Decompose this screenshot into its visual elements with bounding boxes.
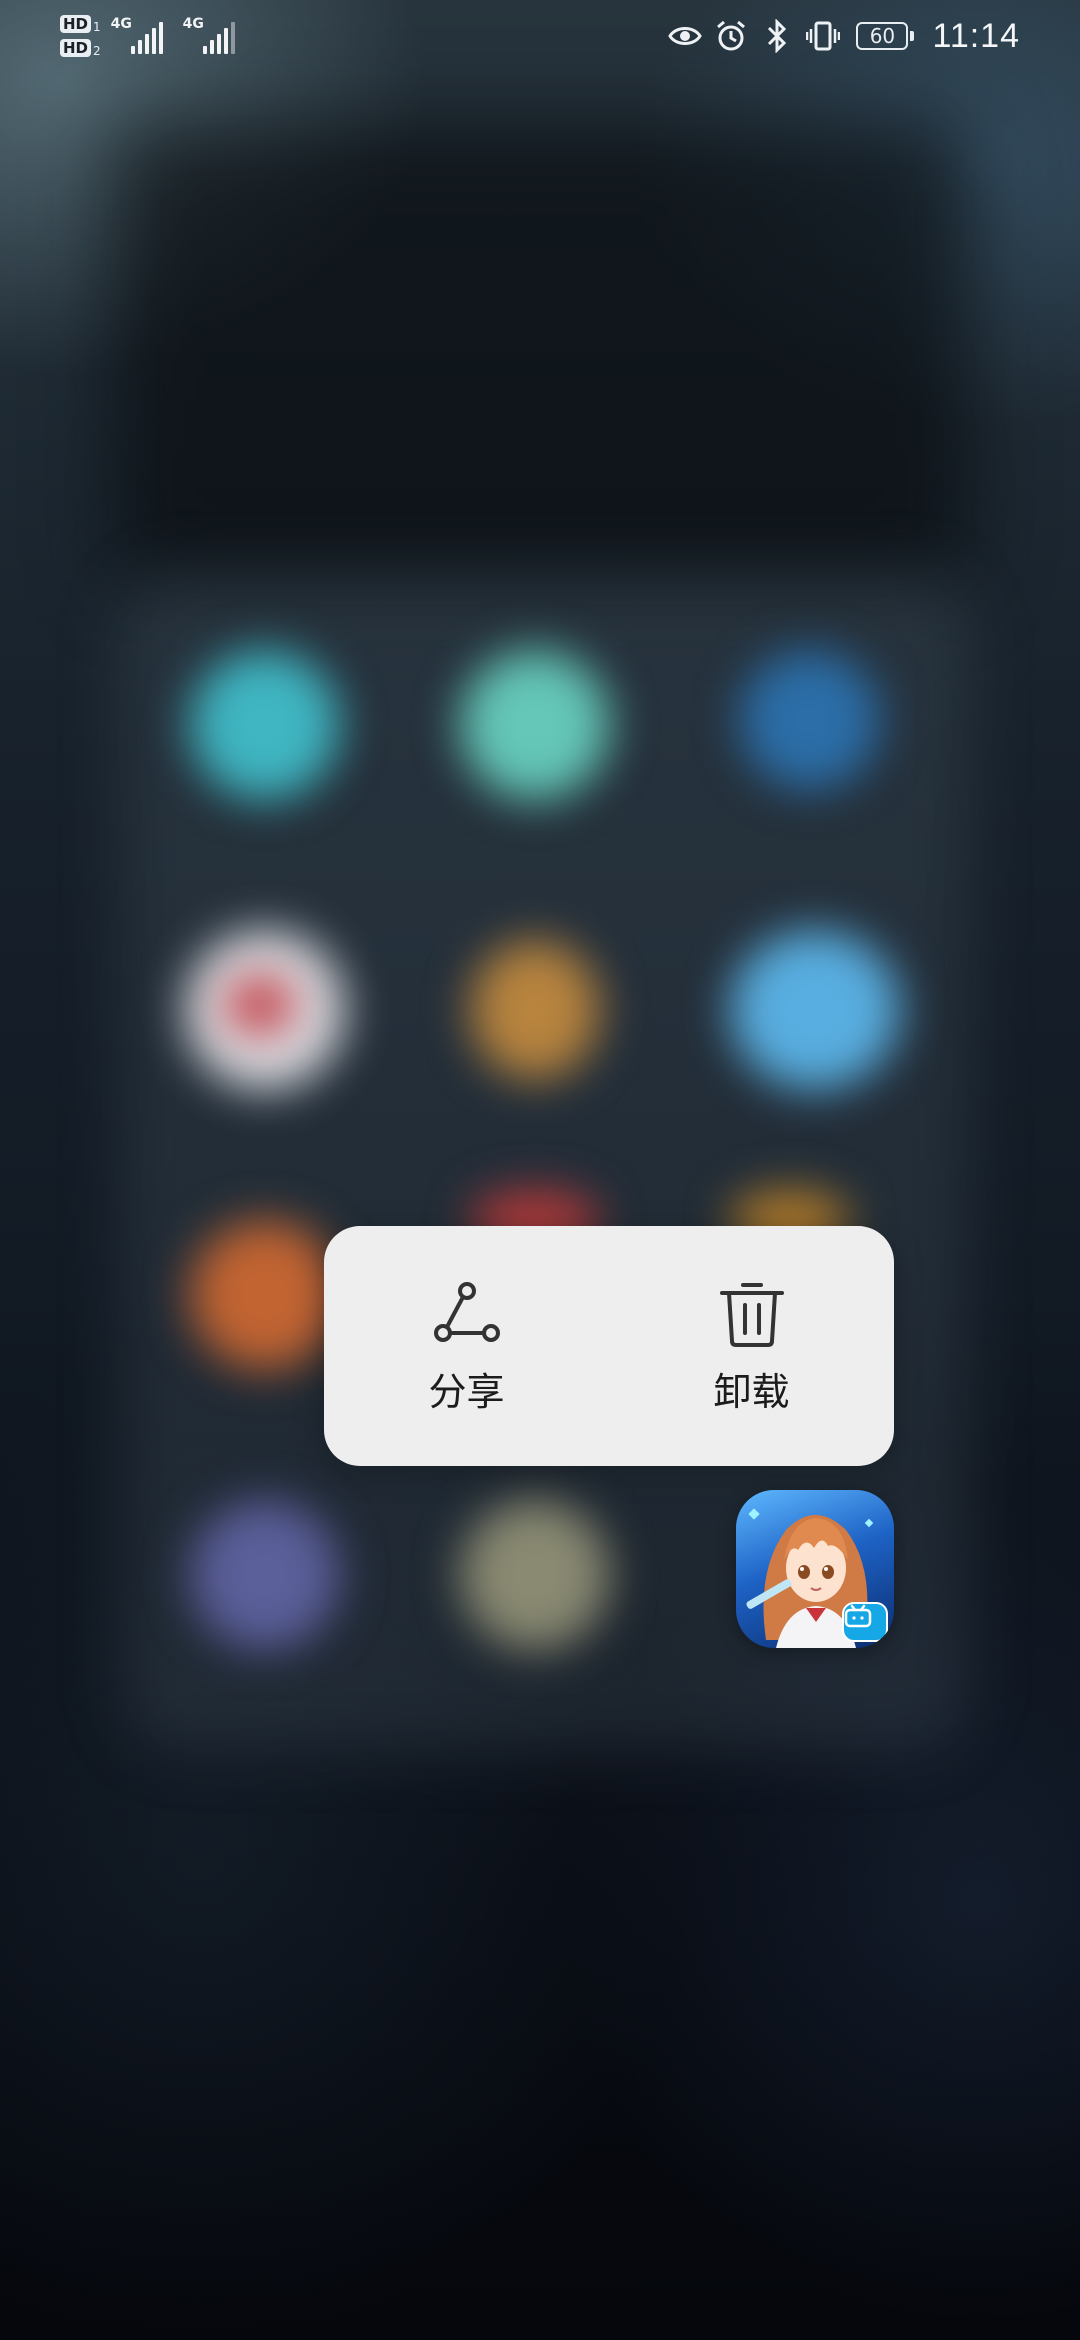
uninstall-trash-icon <box>719 1282 784 1347</box>
status-bar-left: HD 1 HD 2 4G 4G <box>60 15 245 57</box>
blurred-home-screen-background <box>0 0 1080 2340</box>
blurred-app-icon <box>190 1220 340 1370</box>
eye-comfort-icon <box>668 19 703 53</box>
vibrate-icon <box>806 19 841 53</box>
status-time: 11:14 <box>932 16 1020 55</box>
blurred-app-icon <box>190 650 340 800</box>
signal-bars-icon <box>130 22 163 54</box>
bilibili-tv-icon <box>842 1602 888 1642</box>
signal-bars-icon <box>202 22 235 54</box>
network-type-label: 4G <box>182 16 204 32</box>
battery-icon: 60 <box>856 22 915 50</box>
blurred-app-icon <box>190 1500 340 1650</box>
blurred-app-icon <box>460 650 610 800</box>
hd-badge-2: HD <box>60 39 92 57</box>
bluetooth-icon <box>760 19 794 53</box>
blurred-app-icon <box>460 1500 610 1650</box>
status-bar-right: 60 11:14 <box>668 17 1020 56</box>
battery-level: 60 <box>869 24 896 48</box>
uninstall-label: 卸载 <box>713 1369 790 1414</box>
status-bar: HD 1 HD 2 4G 4G 60 11:14 <box>0 0 1080 72</box>
blurred-widget <box>110 120 970 590</box>
blurred-app-icon <box>470 940 600 1080</box>
blurred-app-icon <box>225 975 295 1035</box>
hd-badge-1: HD <box>60 15 92 33</box>
blurred-app-icon <box>730 930 900 1090</box>
network-type-label: 4G <box>110 16 132 32</box>
signal-strength-sim2: 4G <box>183 16 245 56</box>
app-icon-anime-game[interactable] <box>736 1490 894 1648</box>
alarm-icon <box>714 19 748 53</box>
volte-indicator: HD 1 HD 2 <box>60 15 101 57</box>
signal-strength-sim1: 4G <box>111 16 173 56</box>
blurred-app-icon <box>740 650 880 790</box>
app-shortcut-menu: 分享 卸载 <box>324 1226 894 1466</box>
sim-index-2: 2 <box>93 44 101 58</box>
share-label: 分享 <box>428 1369 505 1414</box>
share-button[interactable]: 分享 <box>367 1261 567 1431</box>
sim-index-1: 1 <box>93 20 101 34</box>
uninstall-button[interactable]: 卸载 <box>652 1261 852 1431</box>
share-icon <box>433 1281 500 1342</box>
